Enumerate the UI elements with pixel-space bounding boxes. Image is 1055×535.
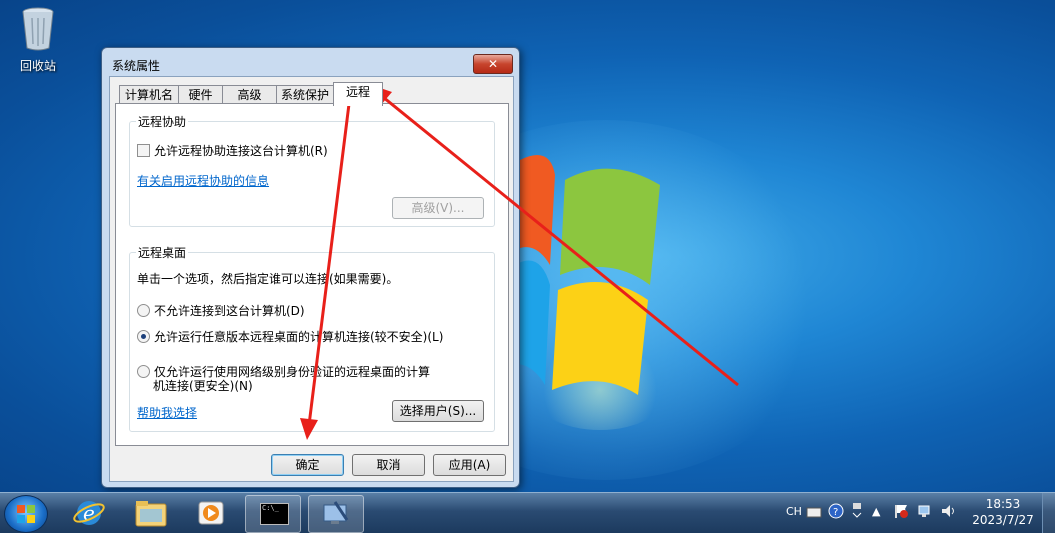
- radio-deny-label: 不允许连接到这台计算机(D): [154, 304, 305, 318]
- cancel-button[interactable]: 取消: [352, 454, 425, 476]
- remote-assistance-info-link[interactable]: 有关启用远程协助的信息: [137, 172, 269, 189]
- help-me-choose-link[interactable]: 帮助我选择: [137, 404, 197, 421]
- allow-remote-assistance-label: 允许远程协助连接这台计算机(R): [154, 144, 328, 158]
- tab-hardware[interactable]: 硬件: [178, 85, 223, 105]
- cmd-icon: C:\_: [260, 503, 289, 525]
- windows-start-icon: [17, 505, 35, 523]
- radio-circle-selected[interactable]: [137, 330, 150, 343]
- folder-icon: [135, 501, 167, 527]
- action-center-icon[interactable]: [893, 503, 909, 519]
- taskbar-system-properties[interactable]: [308, 495, 364, 533]
- radio-circle[interactable]: [137, 304, 150, 317]
- language-indicator[interactable]: CH: [786, 505, 802, 518]
- media-player-icon: [198, 501, 224, 525]
- radio-nla-label-line2: 机连接(更安全)(N): [153, 379, 253, 393]
- tab-remote[interactable]: 远程: [333, 82, 383, 106]
- taskbar-cmd[interactable]: C:\_: [245, 495, 301, 533]
- remote-tab-panel: 远程协助 允许远程协助连接这台计算机(R) 有关启用远程协助的信息 高级(V).…: [115, 103, 509, 446]
- system-clock[interactable]: 18:53 2023/7/27: [968, 496, 1038, 528]
- allow-remote-assistance-checkbox[interactable]: 允许远程协助连接这台计算机(R): [137, 142, 328, 159]
- tab-advanced[interactable]: 高级: [222, 85, 277, 105]
- keyboard-icon[interactable]: [806, 505, 822, 519]
- recycle-bin-label: 回收站: [19, 59, 56, 73]
- volume-icon[interactable]: [940, 503, 958, 519]
- clock-time: 18:53: [985, 497, 1021, 511]
- apply-button[interactable]: 应用(A): [433, 454, 506, 476]
- close-button[interactable]: ✕: [473, 54, 513, 74]
- tab-system-protection[interactable]: 系统保护: [276, 85, 334, 105]
- recycle-bin-icon: [22, 7, 54, 51]
- remote-desktop-label: 远程桌面: [136, 244, 189, 261]
- remote-assistance-label: 远程协助: [136, 113, 189, 130]
- taskbar-explorer[interactable]: [124, 495, 178, 531]
- show-hidden-icons[interactable]: ▲: [872, 505, 880, 518]
- tab-computer-name[interactable]: 计算机名: [119, 85, 179, 105]
- clock-date: 2023/7/27: [972, 513, 1034, 527]
- radio-any-label: 允许运行任意版本远程桌面的计算机连接(较不安全)(L): [154, 330, 444, 344]
- system-properties-dialog: 系统属性 ✕ 计算机名 硬件 高级 系统保护 远程 远程协助 允许远程协助连接这…: [101, 47, 520, 488]
- system-properties-icon: [323, 501, 349, 524]
- options-icon[interactable]: [850, 501, 864, 523]
- radio-allow-any-version[interactable]: 允许运行任意版本远程桌面的计算机连接(较不安全)(L): [137, 328, 443, 345]
- close-icon: ✕: [487, 57, 499, 71]
- windows-logo-wallpaper: [510, 155, 660, 395]
- ok-button[interactable]: 确定: [271, 454, 344, 476]
- taskbar-media-player[interactable]: [184, 495, 238, 531]
- recycle-bin[interactable]: 回收站: [10, 6, 66, 74]
- radio-deny-connections[interactable]: 不允许连接到这台计算机(D): [137, 302, 305, 319]
- show-desktop-button[interactable]: [1042, 493, 1055, 533]
- taskbar-ie[interactable]: e: [62, 495, 116, 531]
- start-button[interactable]: [4, 495, 48, 533]
- advanced-button[interactable]: 高级(V)...: [392, 197, 484, 219]
- svg-text:?: ?: [833, 507, 838, 518]
- network-icon[interactable]: [917, 503, 933, 519]
- select-users-button[interactable]: 选择用户(S)...: [392, 400, 484, 422]
- remote-desktop-instruction: 单击一个选项，然后指定谁可以连接(如果需要)。: [137, 272, 399, 286]
- checkbox-box[interactable]: [137, 144, 150, 157]
- dialog-title: 系统属性: [112, 59, 161, 73]
- desktop: 回收站 系统属性 ✕ 计算机名 硬件 高级 系统保护 远程 远程协助 允许远程协…: [0, 0, 1055, 492]
- radio-circle[interactable]: [137, 365, 150, 378]
- internet-explorer-icon: e: [73, 501, 105, 525]
- taskbar: e C:\_ CH ? ▲ 18:53 2023/7/27: [0, 492, 1055, 533]
- help-icon[interactable]: ?: [828, 503, 844, 519]
